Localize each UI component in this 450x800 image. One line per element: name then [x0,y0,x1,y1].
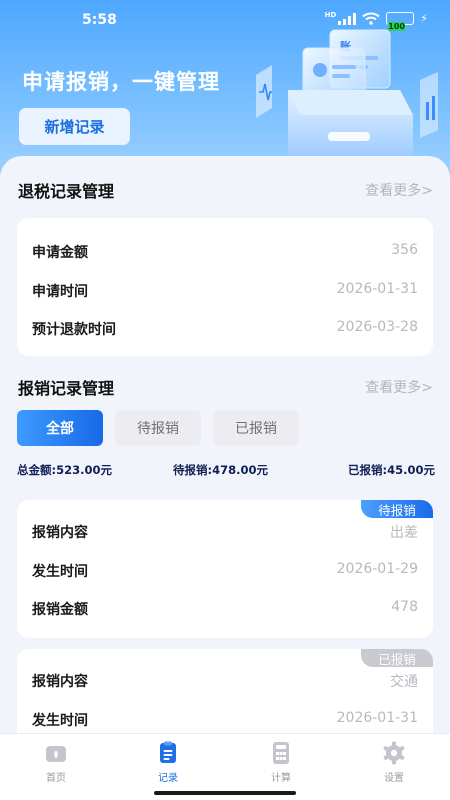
filter-done-tab[interactable]: 已报销 [213,410,299,446]
row-label: 报销内容 [32,525,88,541]
filter-all-tab[interactable]: 全部 [17,410,103,446]
tab-settings[interactable]: 设置 [364,740,424,784]
row-value: 交通 [390,674,418,690]
reimburse-title: 报销记录管理 [18,379,115,398]
detail-row: 预计退款时间 2026-03-28 [32,319,418,341]
status-badge: 待报销 [361,500,433,518]
home-icon [46,746,66,762]
tab-label: 设置 [384,773,404,784]
tax-refund-title: 退税记录管理 [18,182,115,201]
bottom-tab-bar: 首页 记录 计算 设置 [0,733,450,800]
status-time: 5:58 [82,12,117,28]
row-label: 发生时间 [32,713,88,729]
gear-icon [383,741,405,765]
row-label: 预计退款时间 [32,322,116,338]
row-value: 出差 [390,525,418,541]
record-icon [160,741,176,763]
filter-pending-tab[interactable]: 待报销 [115,410,201,446]
detail-row: 报销内容 交通 [32,671,418,693]
row-value: 356 [391,242,418,258]
row-label: 发生时间 [32,564,88,580]
row-value: 478 [391,599,418,615]
row-label: 报销内容 [32,674,88,690]
reimburse-card[interactable]: 待报销 报销内容 出差 发生时间 2026-01-29 报销金额 478 [17,500,433,638]
row-label: 申请时间 [32,284,88,300]
status-badge: 已报销 [361,649,433,667]
row-value: 2026-03-28 [336,319,418,335]
tab-label: 记录 [158,773,178,784]
row-value: 2026-01-29 [336,561,418,577]
tab-record[interactable]: 记录 [138,740,198,784]
add-record-button[interactable]: 新增记录 [19,108,130,145]
tab-label: 首页 [46,773,66,784]
hero-title: 申请报销，一键管理 [22,70,220,94]
calculator-icon [273,742,289,764]
totals-summary: 总金额:523.00元 待报销:478.00元 已报销:45.00元 [17,462,435,478]
reimburse-section-header: 报销记录管理 查看更多> [18,375,433,399]
detail-row: 发生时间 2026-01-29 [32,561,418,583]
document-folder-illustration: 账 [256,29,438,160]
tab-label: 计算 [271,773,291,784]
detail-row: 报销金额 478 [32,599,418,621]
tax-refund-section-header: 退税记录管理 查看更多> [18,178,433,202]
tax-refund-card[interactable]: 申请金额 356 申请时间 2026-01-31 预计退款时间 2026-03-… [17,218,433,356]
row-label: 申请金额 [32,245,88,261]
detail-row: 报销内容 出差 [32,522,418,544]
filter-tabs: 全部 待报销 已报销 [17,410,299,446]
detail-row: 申请金额 356 [32,242,418,264]
total-amount: 总金额:523.00元 [17,463,112,477]
tab-calculate[interactable]: 计算 [251,740,311,784]
row-value: 2026-01-31 [336,710,418,726]
home-indicator [154,791,296,795]
detail-row: 申请时间 2026-01-31 [32,281,418,303]
row-label: 报销金额 [32,602,88,618]
pending-amount: 待报销:478.00元 [173,463,268,477]
tab-home[interactable]: 首页 [26,740,86,784]
row-value: 2026-01-31 [336,281,418,297]
detail-row: 发生时间 2026-01-31 [32,710,418,732]
tax-refund-more-link[interactable]: 查看更多> [365,180,433,200]
content-panel: 退税记录管理 查看更多> 申请金额 356 申请时间 2026-01-31 预计… [0,156,450,756]
reimburse-more-link[interactable]: 查看更多> [365,377,433,397]
network-type-label: HD [324,10,337,19]
done-amount: 已报销:45.00元 [348,463,435,477]
